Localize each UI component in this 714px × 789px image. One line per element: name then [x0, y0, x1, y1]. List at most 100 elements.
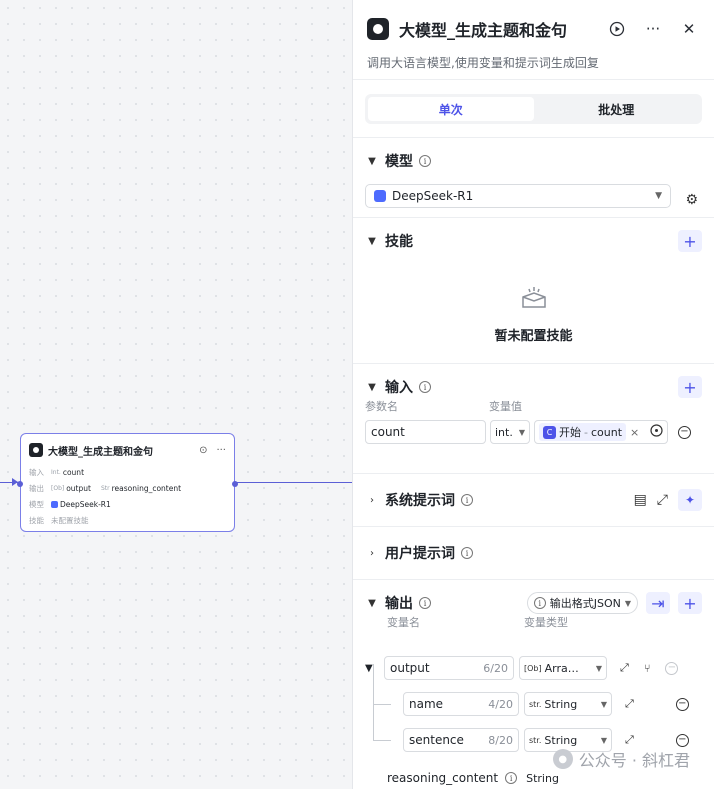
output-name-field[interactable]: name 4/20 — [403, 692, 519, 716]
remove-output-button[interactable]: − — [675, 697, 689, 711]
expand-icon[interactable]: ⤢ — [657, 492, 668, 508]
llm-logo-icon — [29, 443, 43, 457]
node-output-label: 输出 — [29, 484, 44, 493]
chevron-down-icon[interactable]: ▼ — [365, 598, 379, 609]
reasoning-type: String — [526, 771, 559, 785]
watermark: ● 公众号 · 斜杠君 — [552, 747, 690, 771]
clear-icon[interactable]: × — [630, 426, 639, 439]
ai-optimize-button[interactable]: ✦ — [678, 489, 702, 511]
add-output-button[interactable]: + — [678, 592, 702, 614]
edge-out — [236, 482, 352, 483]
chevron-down-icon: ▼ — [600, 699, 607, 709]
chevron-right-icon[interactable]: › — [365, 548, 379, 559]
run-icon[interactable] — [606, 18, 628, 40]
close-icon[interactable]: ✕ — [678, 18, 700, 40]
expand-icon[interactable]: ⤢ — [625, 697, 634, 711]
collapse-icon[interactable]: ▼ — [365, 663, 379, 674]
output-type-select[interactable]: str. String ▼ — [524, 692, 612, 716]
panel-title[interactable]: 大模型_生成主题和金句 — [399, 17, 592, 41]
node-output-port[interactable] — [232, 481, 238, 487]
info-icon[interactable]: i — [461, 547, 473, 559]
llm-node[interactable]: 大模型_生成主题和金句 ⊙ ··· 输入 Int. count 输出 [Ob] ou… — [17, 433, 238, 532]
tab-single[interactable]: 单次 — [368, 97, 534, 121]
variable-ref-chip[interactable]: C 开始 - count — [539, 423, 627, 441]
output-format-select[interactable]: i 输出格式JSON ▼ — [526, 592, 638, 614]
skills-section: ▼ 技能 + 暂未配置技能 — [353, 218, 714, 364]
node-run-icon[interactable]: ⊙ — [199, 445, 207, 456]
node-skill-label: 技能 — [29, 516, 44, 525]
expand-icon[interactable]: ⤢ — [620, 661, 629, 675]
model-section-title: 模型 — [385, 154, 413, 170]
node-input-value: count — [62, 468, 85, 477]
reasoning-name: reasoning_content — [387, 771, 499, 785]
model-select-value: DeepSeek-R1 — [392, 189, 474, 203]
chevron-right-icon[interactable]: › — [365, 495, 379, 506]
info-icon[interactable]: i — [419, 155, 431, 167]
input-type-select[interactable]: int. ▼ — [490, 420, 530, 444]
input-ref-field[interactable]: C 开始 - count × — [534, 420, 668, 444]
node-more-icon[interactable]: ··· — [216, 445, 226, 456]
user-prompt-title: 用户提示词 — [385, 546, 455, 562]
wechat-icon: ● — [552, 749, 573, 769]
deepseek-icon — [51, 501, 58, 508]
skills-section-title: 技能 — [385, 234, 413, 250]
expand-icon[interactable]: ⤢ — [625, 733, 634, 747]
node-output-value-2: reasoning_content — [111, 484, 182, 493]
col-var-value: 变量值 — [489, 400, 522, 413]
add-child-icon[interactable]: ⑂ — [644, 662, 651, 675]
input-section: ▼ 输入 i + 参数名 变量值 count int. ▼ C 开始 - cou… — [353, 364, 714, 474]
chevron-down-icon[interactable]: ▼ — [365, 156, 379, 167]
output-type-select[interactable]: [Ob] Arra… ▼ — [519, 656, 607, 680]
model-select[interactable]: DeepSeek-R1 ▼ — [365, 184, 671, 208]
col-var-name: 变量名 — [387, 616, 420, 629]
col-param-name: 参数名 — [365, 400, 398, 413]
gear-icon[interactable]: ⚙ — [685, 192, 698, 208]
info-icon[interactable]: i — [419, 381, 431, 393]
workflow-canvas[interactable] — [0, 0, 352, 789]
info-icon: i — [533, 597, 546, 609]
remove-input-button[interactable]: − — [678, 425, 691, 439]
input-section-title: 输入 — [385, 380, 413, 396]
more-icon[interactable]: ··· — [642, 18, 664, 40]
add-skill-button[interactable]: + — [678, 230, 702, 252]
node-model-label: 模型 — [29, 500, 44, 509]
reasoning-row: reasoning_content i String — [387, 766, 559, 789]
library-icon[interactable]: ▤ — [634, 492, 647, 508]
deepseek-icon — [374, 190, 386, 202]
node-input-label: 输入 — [29, 468, 44, 477]
chevron-down-icon[interactable]: ▼ — [365, 236, 379, 247]
chevron-down-icon[interactable]: ▼ — [365, 382, 379, 393]
llm-logo-icon — [367, 18, 389, 40]
system-prompt-section: › 系统提示词 i ▤ ⤢ ✦ — [353, 474, 714, 527]
node-output-value-1: output — [66, 484, 91, 493]
tree-line — [373, 740, 391, 741]
remove-output-button[interactable]: − — [665, 661, 679, 675]
skills-empty-text: 暂未配置技能 — [494, 328, 573, 344]
tree-line — [373, 704, 391, 705]
info-icon[interactable]: i — [505, 772, 518, 784]
empty-box-icon — [520, 285, 548, 317]
output-name-field[interactable]: output 6/20 — [384, 656, 514, 680]
chevron-down-icon: ▼ — [624, 598, 631, 608]
start-node-icon: C — [543, 425, 556, 439]
tab-batch[interactable]: 批处理 — [534, 97, 700, 121]
chevron-down-icon: ▼ — [655, 191, 662, 201]
node-input-port[interactable] — [17, 481, 23, 487]
chevron-down-icon: ▼ — [600, 735, 607, 745]
input-param-name-field[interactable]: count — [365, 420, 486, 444]
input-row: count int. ▼ C 开始 - count × − — [365, 420, 702, 444]
target-icon[interactable] — [650, 424, 663, 440]
output-name-field[interactable]: sentence 8/20 — [403, 728, 519, 752]
user-prompt-section: › 用户提示词 i — [353, 527, 714, 580]
chevron-down-icon: ▼ — [518, 427, 525, 437]
add-input-button[interactable]: + — [678, 376, 702, 398]
node-config-panel: 大模型_生成主题和金句 ··· ✕ 调用大语言模型,使用变量和提示词生成回复 单… — [352, 0, 714, 789]
import-button[interactable]: ⇥ — [646, 592, 670, 614]
node-model-value: DeepSeek-R1 — [60, 500, 111, 509]
remove-output-button[interactable]: − — [675, 733, 689, 747]
system-prompt-title: 系统提示词 — [385, 493, 455, 509]
mode-tabs: 单次 批处理 — [365, 94, 702, 124]
info-icon[interactable]: i — [461, 494, 473, 506]
output-row: name 4/20 str. String ▼ ⤢ − — [403, 692, 689, 716]
info-icon[interactable]: i — [419, 597, 431, 609]
